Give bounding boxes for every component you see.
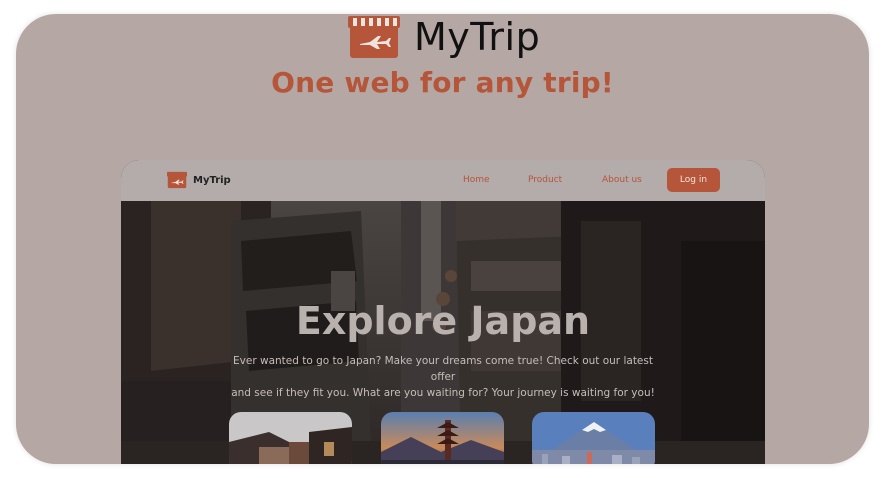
storefront-airplane-icon [348,16,400,58]
tagline: One web for any trip! [271,66,614,99]
hero-subtitle-line: and see if they fit you. What are you wa… [231,387,655,399]
login-button[interactable]: Log in [667,168,720,192]
nav-link-home[interactable]: Home [463,175,490,185]
mockup-brand-name: MyTrip [193,174,231,186]
hero-subtitle-line: Ever wanted to go to Japan? Make your dr… [233,355,653,383]
nav-link-about-us[interactable]: About us [602,175,642,185]
hero-section: Explore Japan Ever wanted to go to Japan… [121,201,765,464]
nav-link-product[interactable]: Product [528,175,562,185]
hero-subtitle: Ever wanted to go to Japan? Make your dr… [221,353,665,401]
kyoto-street-photo[interactable] [229,412,352,464]
brand-header: MyTrip [348,14,540,60]
mount-fuji-city-photo[interactable] [532,412,655,464]
mockup-logo[interactable]: MyTrip [167,171,231,189]
presentation-card: MyTrip One web for any trip! MyTrip Home… [16,14,869,464]
storefront-airplane-icon [167,171,187,189]
hero-title: Explore Japan [295,299,591,343]
pagoda-sunset-photo[interactable] [381,412,504,464]
mockup-navbar: MyTrip Home Product About us Log in [121,160,765,201]
brand-name: MyTrip [414,15,541,59]
website-mockup: MyTrip Home Product About us Log in Expl… [121,160,765,464]
